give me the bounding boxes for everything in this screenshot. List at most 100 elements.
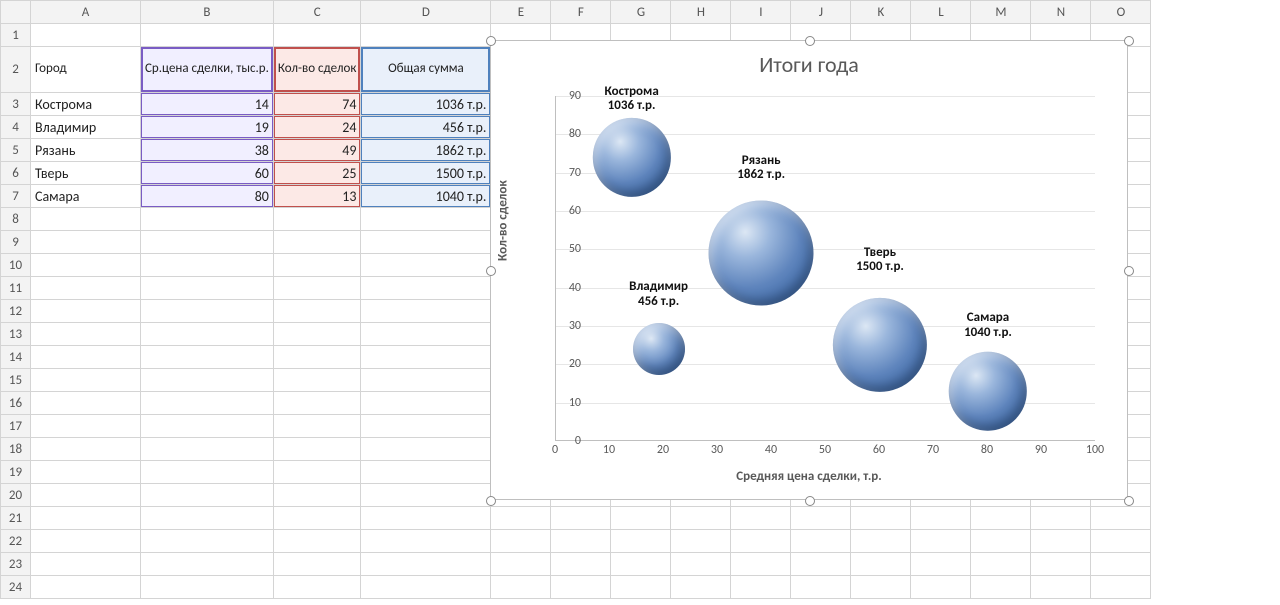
cell[interactable] <box>31 254 141 277</box>
cell[interactable]: 1036 т.р. <box>361 93 491 116</box>
cell[interactable] <box>141 208 274 231</box>
selection-handle[interactable] <box>1124 266 1134 276</box>
cell[interactable] <box>491 530 551 553</box>
cell[interactable] <box>31 392 141 415</box>
cell[interactable] <box>31 346 141 369</box>
cell[interactable] <box>31 530 141 553</box>
cell[interactable] <box>671 576 731 599</box>
cell[interactable] <box>31 24 141 47</box>
cell[interactable] <box>611 553 671 576</box>
row-header[interactable]: 23 <box>1 553 31 576</box>
row-header[interactable]: 13 <box>1 323 31 346</box>
cell[interactable] <box>273 254 361 277</box>
cell[interactable] <box>141 415 274 438</box>
column-header[interactable]: I <box>731 1 791 24</box>
bubble[interactable] <box>949 352 1027 430</box>
cell[interactable] <box>141 24 274 47</box>
cell[interactable]: 13 <box>273 185 361 208</box>
cell[interactable] <box>31 507 141 530</box>
cell[interactable]: 38 <box>141 139 274 162</box>
cell[interactable] <box>141 461 274 484</box>
cell[interactable] <box>361 507 491 530</box>
row-header[interactable]: 1 <box>1 24 31 47</box>
cell[interactable] <box>361 415 491 438</box>
cell[interactable] <box>361 277 491 300</box>
cell[interactable] <box>361 392 491 415</box>
selection-handle[interactable] <box>486 496 496 506</box>
cell[interactable] <box>273 346 361 369</box>
selection-handle[interactable] <box>805 496 815 506</box>
cell[interactable] <box>851 507 911 530</box>
bubble[interactable] <box>592 118 670 196</box>
cell[interactable] <box>731 553 791 576</box>
cell[interactable] <box>1091 553 1151 576</box>
bubble[interactable] <box>633 323 685 375</box>
row-header[interactable]: 12 <box>1 300 31 323</box>
row-header[interactable]: 14 <box>1 346 31 369</box>
cell[interactable] <box>273 208 361 231</box>
row-header[interactable]: 5 <box>1 139 31 162</box>
row-header[interactable]: 19 <box>1 461 31 484</box>
cell[interactable] <box>141 369 274 392</box>
cell[interactable] <box>851 530 911 553</box>
cell[interactable] <box>273 507 361 530</box>
cell[interactable] <box>361 24 491 47</box>
row-header[interactable]: 22 <box>1 530 31 553</box>
cell[interactable]: Общая сумма <box>361 47 491 93</box>
row-header[interactable]: 9 <box>1 231 31 254</box>
cell[interactable] <box>671 507 731 530</box>
cell[interactable]: 49 <box>273 139 361 162</box>
cell[interactable] <box>141 438 274 461</box>
row-header[interactable]: 20 <box>1 484 31 507</box>
cell[interactable] <box>273 530 361 553</box>
cell[interactable] <box>361 530 491 553</box>
cell[interactable] <box>791 576 851 599</box>
column-header[interactable]: H <box>671 1 731 24</box>
cell[interactable] <box>361 300 491 323</box>
cell[interactable] <box>361 323 491 346</box>
cell[interactable] <box>273 323 361 346</box>
cell[interactable] <box>141 484 274 507</box>
column-header[interactable]: O <box>1091 1 1151 24</box>
cell[interactable] <box>611 576 671 599</box>
cell[interactable]: 1500 т.р. <box>361 162 491 185</box>
cell[interactable] <box>971 530 1031 553</box>
row-header[interactable]: 17 <box>1 415 31 438</box>
cell[interactable] <box>731 530 791 553</box>
cell[interactable] <box>911 553 971 576</box>
cell[interactable] <box>1091 576 1151 599</box>
cell[interactable] <box>273 461 361 484</box>
cell[interactable] <box>361 369 491 392</box>
row-header[interactable]: 18 <box>1 438 31 461</box>
cell[interactable] <box>911 576 971 599</box>
cell[interactable] <box>141 553 274 576</box>
cell[interactable] <box>671 530 731 553</box>
row-header[interactable]: 3 <box>1 93 31 116</box>
cell[interactable]: 1862 т.р. <box>361 139 491 162</box>
selection-handle[interactable] <box>486 36 496 46</box>
column-header[interactable]: G <box>611 1 671 24</box>
row-header[interactable]: 8 <box>1 208 31 231</box>
selection-handle[interactable] <box>1124 36 1134 46</box>
cell[interactable] <box>141 507 274 530</box>
cell[interactable]: 25 <box>273 162 361 185</box>
cell[interactable] <box>273 277 361 300</box>
cell[interactable]: Кол-во сделок <box>273 47 361 93</box>
cell[interactable] <box>141 323 274 346</box>
cell[interactable] <box>671 553 731 576</box>
cell[interactable] <box>273 369 361 392</box>
cell[interactable] <box>141 392 274 415</box>
cell[interactable] <box>911 507 971 530</box>
cell[interactable] <box>551 576 611 599</box>
cell[interactable] <box>971 507 1031 530</box>
cell[interactable] <box>273 300 361 323</box>
cell[interactable]: 1040 т.р. <box>361 185 491 208</box>
cell[interactable] <box>611 507 671 530</box>
cell[interactable] <box>31 231 141 254</box>
cell[interactable] <box>1031 507 1091 530</box>
column-header[interactable]: L <box>911 1 971 24</box>
cell[interactable]: 14 <box>141 93 274 116</box>
cell[interactable] <box>31 576 141 599</box>
cell[interactable] <box>851 553 911 576</box>
cell[interactable] <box>791 530 851 553</box>
